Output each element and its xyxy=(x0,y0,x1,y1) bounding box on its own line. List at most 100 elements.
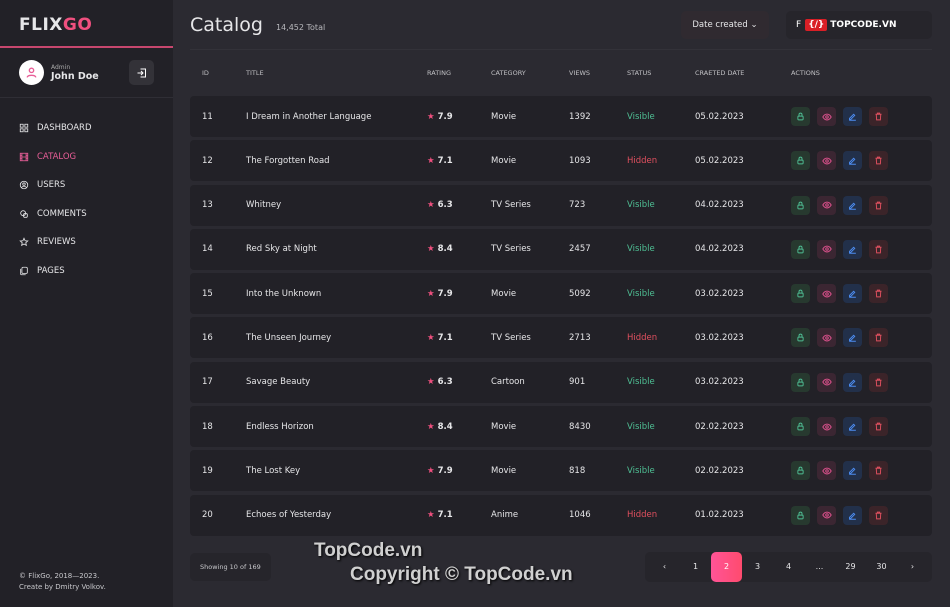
page-button[interactable]: 2 xyxy=(711,552,742,582)
lock-button[interactable] xyxy=(791,107,810,126)
delete-button[interactable] xyxy=(869,284,888,304)
sidebar-item-label: DASHBOARD xyxy=(37,123,92,134)
lock-button[interactable] xyxy=(791,328,810,348)
cell-status: Visible xyxy=(627,244,655,255)
lock-icon xyxy=(797,511,804,520)
delete-button[interactable] xyxy=(869,372,888,392)
delete-button[interactable] xyxy=(869,195,888,215)
view-button[interactable] xyxy=(817,372,836,392)
lock-button[interactable] xyxy=(791,195,810,215)
view-button[interactable] xyxy=(817,284,836,304)
film-icon xyxy=(19,152,29,161)
page-button[interactable]: 1 xyxy=(680,552,711,582)
trash-icon xyxy=(875,156,882,165)
edit-button[interactable] xyxy=(843,284,862,304)
star-icon: ★ xyxy=(427,244,435,255)
edit-button[interactable] xyxy=(843,461,862,481)
cell-id: 12 xyxy=(202,155,213,166)
sidebar-item-users[interactable]: USERS xyxy=(0,171,173,200)
sidebar: FLIXGO Admin John Doe DASHBOARD CATALOG USE… xyxy=(0,0,173,607)
filter-button[interactable]: F {/} TOPCODE.VN xyxy=(786,10,932,39)
total-count: 14,452 Total xyxy=(275,23,326,32)
cell-date: 02.02.2023 xyxy=(695,465,744,476)
delete-button[interactable] xyxy=(869,107,888,126)
edit-button[interactable] xyxy=(843,151,862,171)
lock-icon xyxy=(797,422,804,431)
lock-button[interactable] xyxy=(791,151,810,171)
edit-button[interactable] xyxy=(843,417,862,437)
lock-button[interactable] xyxy=(791,461,810,481)
table-row: 16 The Unseen Journey ★ 7.1 TV Series 271… xyxy=(190,317,932,359)
prev-page-button[interactable]: ‹ xyxy=(649,552,680,582)
delete-button[interactable] xyxy=(869,417,888,437)
page-button[interactable]: 3 xyxy=(742,552,773,582)
star-icon: ★ xyxy=(427,200,435,211)
sort-dropdown[interactable]: Date created ⌄ xyxy=(681,10,769,39)
grid-icon xyxy=(19,124,29,133)
page-button[interactable]: 30 xyxy=(866,552,897,582)
view-button[interactable] xyxy=(817,107,836,126)
lock-button[interactable] xyxy=(791,284,810,304)
page-button[interactable]: 29 xyxy=(835,552,866,582)
sidebar-item-dashboard[interactable]: DASHBOARD xyxy=(0,114,173,143)
view-button[interactable] xyxy=(817,461,836,481)
cell-title: The Unseen Journey xyxy=(246,332,332,343)
logo[interactable]: FLIXGO xyxy=(0,0,173,48)
lock-button[interactable] xyxy=(791,417,810,437)
view-button[interactable] xyxy=(817,239,836,259)
trash-icon xyxy=(875,334,882,342)
lock-button[interactable] xyxy=(791,372,810,392)
rating-value: 8.4 xyxy=(437,244,453,255)
cell-actions xyxy=(791,328,931,348)
trash-icon xyxy=(875,201,882,209)
delete-button[interactable] xyxy=(869,461,888,481)
edit-button[interactable] xyxy=(843,372,862,392)
edit-button[interactable] xyxy=(843,505,862,525)
page-button: ... xyxy=(815,562,824,571)
cell-views: 1093 xyxy=(569,155,591,166)
cell-category: TV Series xyxy=(491,200,531,211)
cell-category: Anime xyxy=(491,510,519,521)
cell-id: 13 xyxy=(202,200,213,211)
edit-button[interactable] xyxy=(843,107,862,126)
lock-button[interactable] xyxy=(791,505,810,525)
cell-views: 901 xyxy=(569,377,586,388)
page-button[interactable]: 4 xyxy=(773,552,804,582)
cell-views: 2457 xyxy=(569,244,591,255)
view-button[interactable] xyxy=(817,328,836,348)
cell-id: 16 xyxy=(202,332,213,343)
cell-views: 1046 xyxy=(569,510,591,521)
eye-icon xyxy=(821,245,832,253)
cell-category: Movie xyxy=(491,111,517,122)
next-page-button[interactable]: › xyxy=(897,552,928,582)
sidebar-item-label: USERS xyxy=(37,180,66,191)
delete-button[interactable] xyxy=(869,328,888,348)
sidebar-item-pages[interactable]: PAGES xyxy=(0,257,173,286)
lock-button[interactable] xyxy=(791,239,810,259)
delete-button[interactable] xyxy=(869,505,888,525)
edit-button[interactable] xyxy=(843,239,862,259)
logout-button[interactable] xyxy=(129,60,154,85)
edit-button[interactable] xyxy=(843,328,862,348)
lock-icon xyxy=(797,467,804,475)
rating-value: 7.1 xyxy=(437,332,453,343)
cell-status: Visible xyxy=(627,288,655,299)
cell-rating: ★ 6.3 xyxy=(427,200,491,210)
delete-button[interactable] xyxy=(869,239,888,259)
view-button[interactable] xyxy=(817,151,836,171)
sidebar-item-comments[interactable]: COMMENTS xyxy=(0,200,173,229)
sidebar-item-catalog[interactable]: CATALOG xyxy=(0,143,173,172)
table-row: 13 Whitney ★ 6.3 TV Series 723 Visible 04… xyxy=(190,184,932,226)
view-button[interactable] xyxy=(817,505,836,525)
column-header: RATING xyxy=(427,69,451,77)
pencil-icon xyxy=(849,423,856,431)
user-icon xyxy=(26,67,37,78)
view-button[interactable] xyxy=(817,195,836,215)
pencil-icon xyxy=(849,512,856,520)
edit-button[interactable] xyxy=(843,195,862,215)
lock-icon xyxy=(797,334,804,342)
view-button[interactable] xyxy=(817,417,836,437)
delete-button[interactable] xyxy=(869,151,888,171)
cell-views: 1392 xyxy=(569,111,591,122)
sidebar-item-reviews[interactable]: REVIEWS xyxy=(0,228,173,257)
